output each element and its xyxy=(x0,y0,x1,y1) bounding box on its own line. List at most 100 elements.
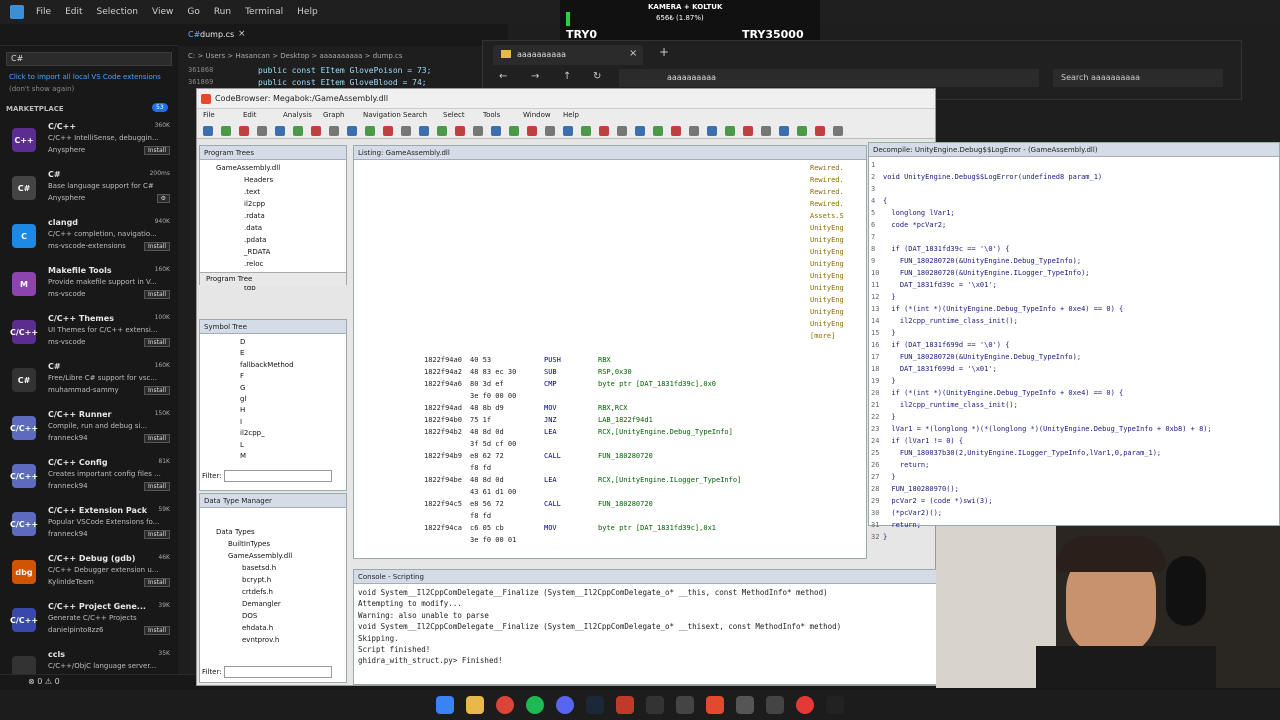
ghidra-taskbar-icon[interactable] xyxy=(706,696,724,714)
extension-item[interactable]: C# C# 160K Free/Libre C# support for vsc...… xyxy=(0,360,178,408)
symbol-namespace[interactable]: G xyxy=(240,384,245,392)
toolbar-button-icon[interactable] xyxy=(581,126,591,136)
toolbar-button-icon[interactable] xyxy=(833,126,843,136)
menu-terminal[interactable]: Terminal xyxy=(245,7,283,17)
symbol-namespace[interactable]: D xyxy=(240,338,245,346)
toolbar-button-icon[interactable] xyxy=(545,126,555,136)
listing-xref-label[interactable]: UnityEng xyxy=(810,320,844,328)
explorer-search-input[interactable]: Search aaaaaaaaaa xyxy=(1053,69,1223,87)
menu-run[interactable]: Run xyxy=(214,7,231,17)
listing-xref-label[interactable]: UnityEng xyxy=(810,296,844,304)
toolbar-button-icon[interactable] xyxy=(491,126,501,136)
toolbar-button-icon[interactable] xyxy=(275,126,285,136)
data-type-item[interactable]: BuiltInTypes xyxy=(228,540,270,548)
install-button[interactable]: Install xyxy=(143,146,170,155)
extension-item[interactable]: ccls 35K C/C++/ObjC language server... xyxy=(0,648,178,674)
program-tree-item[interactable]: .text xyxy=(244,188,260,196)
asm-operands[interactable]: FUN_180280720 xyxy=(598,452,653,460)
explorer-tab[interactable]: aaaaaaaaaa × xyxy=(493,45,643,65)
toolbar-button-icon[interactable] xyxy=(347,126,357,136)
data-type-item[interactable]: crtdefs.h xyxy=(242,588,273,596)
program-tree-item[interactable]: .pdata xyxy=(244,236,266,244)
menu-help[interactable]: Help xyxy=(297,7,318,17)
toolbar-button-icon[interactable] xyxy=(329,126,339,136)
install-button[interactable]: ⚙ xyxy=(156,194,170,203)
decomp-code-line[interactable]: { xyxy=(883,197,887,205)
decomp-code-line[interactable]: return; xyxy=(883,521,921,529)
toolbar-button-icon[interactable] xyxy=(599,126,609,136)
decomp-code-line[interactable]: lVar1 = *(longlong *)(*(longlong *)(Unit… xyxy=(883,425,1211,433)
toolbar-button-icon[interactable] xyxy=(617,126,627,136)
toolbar-button-icon[interactable] xyxy=(257,126,267,136)
listing-xref-label[interactable]: UnityEng xyxy=(810,284,844,292)
install-button[interactable]: Install xyxy=(143,338,170,347)
back-icon[interactable]: ← xyxy=(499,71,507,82)
decomp-code-line[interactable]: if (DAT_1831fd39c == '\0') { xyxy=(883,245,1009,253)
program-tree-item[interactable]: Headers xyxy=(244,176,273,184)
decomp-code-line[interactable]: return; xyxy=(883,461,930,469)
asm-operands[interactable]: RCX,[UnityEngine.ILogger_TypeInfo] xyxy=(598,476,741,484)
menu-view[interactable]: View xyxy=(152,7,173,17)
decomp-code-line[interactable]: DAT_1831fd39c = '\x01'; xyxy=(883,281,997,289)
symbol-namespace[interactable]: gl xyxy=(240,395,246,403)
listing-xref-label[interactable]: [more] xyxy=(810,332,835,340)
import-extensions-link[interactable]: Click to import all local VS Code extens… xyxy=(9,73,169,81)
symbol-namespace[interactable]: H xyxy=(240,406,245,414)
listing-xref-label[interactable]: UnityEng xyxy=(810,224,844,232)
program-tree-item[interactable]: _RDATA xyxy=(244,248,270,256)
toolbar-button-icon[interactable] xyxy=(311,126,321,136)
asm-address[interactable]: 1822f94a2 xyxy=(424,368,462,376)
steam-icon[interactable] xyxy=(586,696,604,714)
symbol-namespace[interactable]: M xyxy=(240,452,246,460)
decomp-code-line[interactable]: } xyxy=(883,533,887,541)
app-icon[interactable] xyxy=(826,696,844,714)
decomp-code-line[interactable]: FUN_180280720(&UnityEngine.Debug_TypeInf… xyxy=(883,257,1081,265)
asm-address[interactable]: 1822f94c5 xyxy=(424,500,462,508)
toolbar-button-icon[interactable] xyxy=(365,126,375,136)
toolbar-button-icon[interactable] xyxy=(419,126,429,136)
menu-file[interactable]: File xyxy=(36,7,51,17)
decomp-code-line[interactable]: if (*(int *)(UnityEngine.Debug_TypeInfo … xyxy=(883,305,1123,313)
decomp-code-line[interactable]: } xyxy=(883,293,895,301)
listing-xref-label[interactable]: UnityEng xyxy=(810,248,844,256)
install-button[interactable]: Install xyxy=(143,626,170,635)
extension-search-input[interactable]: C# xyxy=(6,52,172,66)
data-type-item[interactable]: ehdata.h xyxy=(242,624,273,632)
decomp-code-line[interactable]: FUN_180280970(); xyxy=(883,485,958,493)
menu-go[interactable]: Go xyxy=(187,7,199,17)
decomp-code-line[interactable]: pcVar2 = (code *)swi(3); xyxy=(883,497,992,505)
ghidra-menu-item[interactable]: Window xyxy=(523,111,551,119)
asm-operands[interactable]: byte ptr [DAT_1831fd39c],0x1 xyxy=(598,524,716,532)
extension-item[interactable]: Cclangd 940K C/C++ completion, navigatio..… xyxy=(0,216,178,264)
decomp-code-line[interactable]: il2cpp_runtime_class_init(); xyxy=(883,401,1018,409)
ghidra-menu-item[interactable]: Analysis xyxy=(283,111,312,119)
spotify-icon[interactable] xyxy=(526,696,544,714)
app-icon[interactable] xyxy=(796,696,814,714)
toolbar-button-icon[interactable] xyxy=(437,126,447,136)
install-button[interactable]: Install xyxy=(143,242,170,251)
ghidra-menu-item[interactable]: Search xyxy=(403,111,427,119)
asm-operands[interactable]: RCX,[UnityEngine.Debug_TypeInfo] xyxy=(598,428,733,436)
listing-xref-label[interactable]: UnityEng xyxy=(810,260,844,268)
toolbar-button-icon[interactable] xyxy=(455,126,465,136)
extension-item[interactable]: C/C++ C/C++ Project Gene... 39K Generate C/… xyxy=(0,600,178,648)
data-type-item[interactable]: bcrypt.h xyxy=(242,576,271,584)
menu-edit[interactable]: Edit xyxy=(65,7,82,17)
asm-address[interactable]: 1822f94b2 xyxy=(424,428,462,436)
app-icon[interactable] xyxy=(646,696,664,714)
extension-item[interactable]: C/C++ C/C++ Extension Pack 59K Popular VSCo… xyxy=(0,504,178,552)
extension-item[interactable]: C/C++ C/C++ Runner 150K Compile, run and de… xyxy=(0,408,178,456)
new-tab-icon[interactable]: + xyxy=(659,45,669,59)
app-icon[interactable] xyxy=(766,696,784,714)
extension-item[interactable]: dbg C/C++ Debug (gdb) 46K C/C++ Debugger ex… xyxy=(0,552,178,600)
start-icon[interactable] xyxy=(436,696,454,714)
decomp-code-line[interactable]: } xyxy=(883,377,895,385)
close-tab-icon[interactable]: × xyxy=(238,29,246,39)
data-type-item[interactable]: evntprov.h xyxy=(242,636,279,644)
decomp-code-line[interactable]: } xyxy=(883,329,895,337)
problems-status[interactable]: ⊗ 0 ⚠ 0 xyxy=(28,677,60,686)
decomp-code-line[interactable]: il2cpp_runtime_class_init(); xyxy=(883,317,1018,325)
install-button[interactable]: Install xyxy=(143,290,170,299)
toolbar-button-icon[interactable] xyxy=(671,126,681,136)
app-icon[interactable] xyxy=(736,696,754,714)
